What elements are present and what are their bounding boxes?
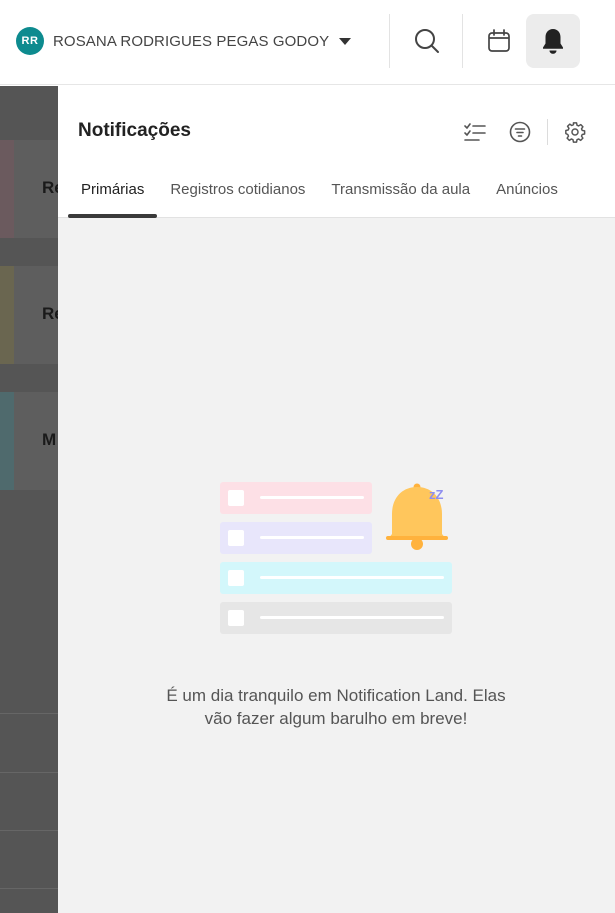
settings-icon (565, 122, 586, 143)
search-icon (415, 29, 439, 53)
caret-down-icon (339, 37, 352, 45)
notifications-panel: Notificações Primárias Registros cotidia… (58, 86, 615, 913)
calendar-button[interactable] (472, 14, 526, 68)
panel-header: Notificações Primárias Registros cotidia… (58, 86, 615, 218)
filter-button[interactable] (506, 118, 534, 146)
calendar-icon (488, 29, 510, 52)
bell-icon (543, 29, 563, 54)
background-card: Re (0, 140, 58, 238)
notifications-button[interactable] (526, 14, 580, 68)
divider (389, 14, 390, 68)
mark-read-button[interactable] (461, 118, 489, 146)
divider (547, 119, 548, 145)
user-name: ROSANA RODRIGUES PEGAS GODOY (53, 32, 330, 50)
card-stripe (0, 266, 14, 364)
divider (0, 772, 58, 773)
sleeping-bell-icon: zZ (386, 483, 448, 550)
card-stripe (0, 140, 14, 238)
divider (462, 14, 463, 68)
tab-anuncios[interactable]: Anúncios (483, 176, 571, 218)
card-title: Re (42, 304, 58, 323)
page-title: Notificações (78, 120, 191, 141)
mark-read-icon (464, 123, 486, 141)
background-card: M (0, 392, 58, 490)
divider (0, 888, 58, 889)
card-stripe (0, 392, 14, 490)
tab-registros-cotidianos[interactable]: Registros cotidianos (157, 176, 318, 218)
search-button[interactable] (400, 14, 454, 68)
settings-button[interactable] (561, 118, 589, 146)
filter-icon (509, 121, 531, 143)
user-menu[interactable]: RR ROSANA RODRIGUES PEGAS GODOY (16, 27, 352, 55)
zz-text: zZ (429, 487, 444, 502)
card-title: M (42, 430, 57, 449)
divider (0, 830, 58, 831)
top-bar: RR ROSANA RODRIGUES PEGAS GODOY (0, 0, 615, 85)
avatar: RR (16, 27, 44, 55)
empty-state-message: É um dia tranquilo em Notification Land.… (166, 686, 506, 728)
tab-transmissao-da-aula[interactable]: Transmissão da aula (318, 176, 483, 218)
card-title: Re (42, 178, 58, 197)
empty-state-illustration: zZ (220, 482, 452, 634)
tab-bar: Primárias Registros cotidianos Transmiss… (68, 176, 571, 218)
background-overlay[interactable]: Re Re M (0, 86, 58, 913)
divider (0, 713, 58, 714)
background-card: Re (0, 266, 58, 364)
tab-primarias[interactable]: Primárias (68, 176, 158, 218)
